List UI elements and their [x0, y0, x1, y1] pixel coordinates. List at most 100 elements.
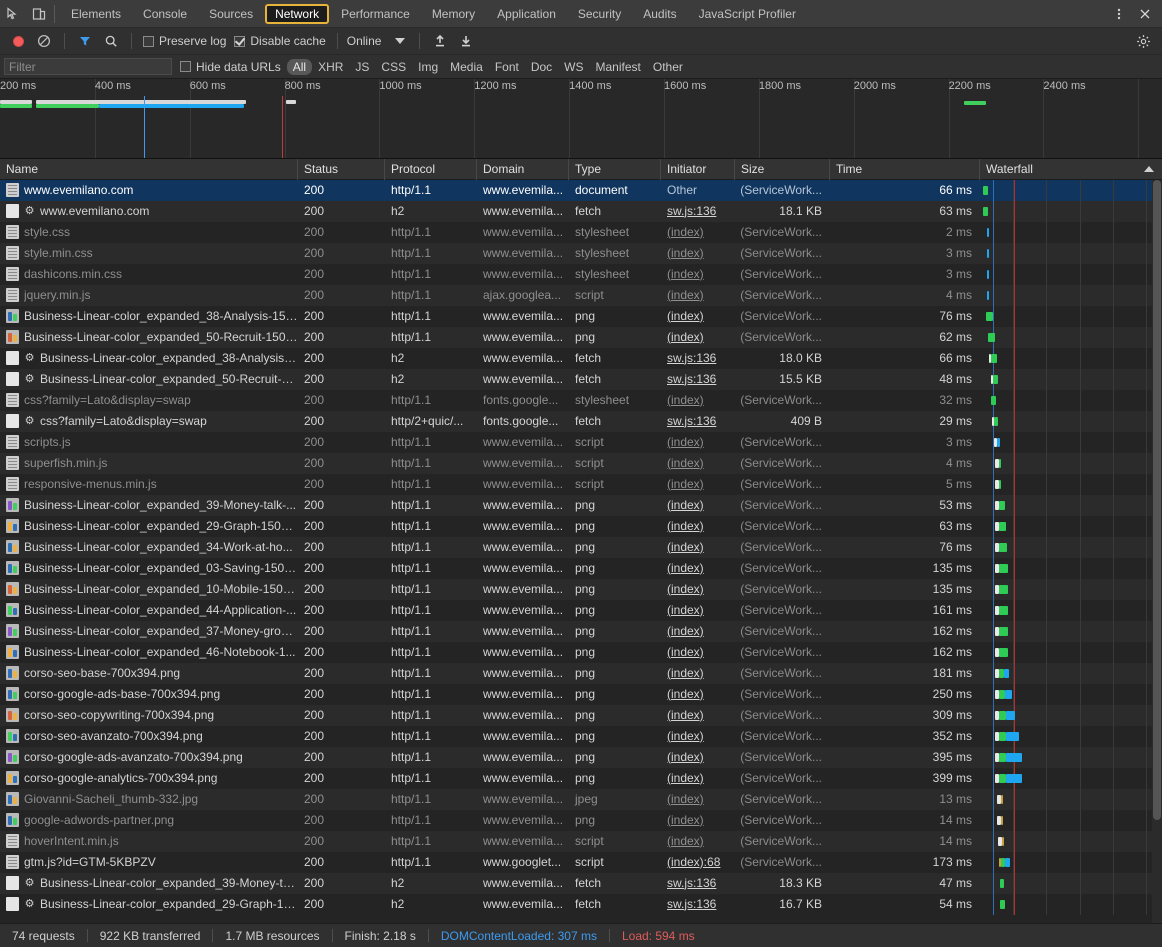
type-filter-img[interactable]: Img — [412, 59, 444, 75]
cell-initiator-link[interactable]: (index):68 — [667, 855, 720, 869]
network-settings-gear-icon[interactable] — [1130, 28, 1156, 54]
cell-initiator-link[interactable]: (index) — [667, 624, 704, 638]
tab-javascript-profiler[interactable]: JavaScript Profiler — [689, 4, 806, 24]
table-row[interactable]: corso-google-ads-base-700x394.png 200 http… — [0, 683, 1162, 705]
grid-body[interactable]: www.evemilano.com 200 http/1.1 www.evemila.… — [0, 180, 1162, 923]
table-row[interactable]: corso-seo-base-700x394.png 200 http/1.1 www… — [0, 662, 1162, 684]
cell-waterfall[interactable] — [980, 830, 1162, 852]
table-row[interactable]: style.css 200 http/1.1 www.evemila... styles… — [0, 221, 1162, 243]
cell-initiator[interactable]: (index):68 — [661, 852, 735, 873]
cell-name[interactable]: www.evemilano.com — [0, 180, 298, 201]
type-filter-xhr[interactable]: XHR — [312, 59, 349, 75]
type-filter-media[interactable]: Media — [444, 59, 489, 75]
cell-initiator[interactable]: (index) — [661, 621, 735, 642]
type-filter-doc[interactable]: Doc — [525, 59, 558, 75]
cell-initiator-link[interactable]: (index) — [667, 561, 704, 575]
table-row[interactable]: Business-Linear-color_expanded_37-Money-… — [0, 620, 1162, 642]
cell-initiator[interactable]: (index) — [661, 516, 735, 537]
table-row[interactable]: Business-Linear-color_expanded_03-Saving… — [0, 557, 1162, 579]
tab-elements[interactable]: Elements — [61, 4, 131, 24]
cell-initiator-link[interactable]: (index) — [667, 456, 704, 470]
tab-audits[interactable]: Audits — [633, 4, 686, 24]
table-row[interactable]: Business-Linear-color_expanded_29-Graph-… — [0, 515, 1162, 537]
cell-waterfall[interactable] — [980, 809, 1162, 831]
cell-waterfall[interactable] — [980, 410, 1162, 432]
cell-initiator[interactable]: sw.js:136 — [661, 873, 735, 894]
table-row[interactable]: hoverIntent.min.js 200 http/1.1 www.evemila… — [0, 830, 1162, 852]
chevron-down-icon[interactable] — [395, 38, 406, 44]
cell-initiator-link[interactable]: (index) — [667, 792, 704, 806]
tab-memory[interactable]: Memory — [422, 4, 485, 24]
cell-waterfall[interactable] — [980, 431, 1162, 453]
tab-sources[interactable]: Sources — [199, 4, 263, 24]
cell-initiator[interactable]: (index) — [661, 600, 735, 621]
cell-name[interactable]: style.css — [0, 222, 298, 243]
table-row[interactable]: scripts.js 200 http/1.1 www.evemila... scrip… — [0, 431, 1162, 453]
inspect-element-icon[interactable] — [0, 1, 26, 27]
cell-initiator[interactable]: (index) — [661, 285, 735, 306]
cell-waterfall[interactable] — [980, 494, 1162, 516]
cell-name[interactable]: responsive-menus.min.js — [0, 474, 298, 495]
column-header-size[interactable]: Size — [735, 159, 830, 180]
cell-name[interactable]: ⚙ Business-Linear-color_expanded_50-Recru… — [0, 369, 298, 390]
table-row[interactable]: corso-seo-avanzato-700x394.png 200 http/1.… — [0, 725, 1162, 747]
vertical-scrollbar[interactable] — [1152, 180, 1162, 923]
table-row[interactable]: Giovanni-Sacheli_thumb-332.jpg 200 http/1.… — [0, 788, 1162, 810]
table-row[interactable]: corso-google-analytics-700x394.png 200 htt… — [0, 767, 1162, 789]
cell-name[interactable]: Business-Linear-color_expanded_29-Graph-… — [0, 516, 298, 537]
cell-name[interactable]: hoverIntent.min.js — [0, 831, 298, 852]
cell-initiator[interactable]: (index) — [661, 642, 735, 663]
cell-name[interactable]: Business-Linear-color_expanded_03-Saving… — [0, 558, 298, 579]
cell-initiator[interactable]: (index) — [661, 768, 735, 789]
cell-name[interactable]: Business-Linear-color_expanded_34-Work-a… — [0, 537, 298, 558]
cell-initiator-link[interactable]: (index) — [667, 750, 704, 764]
cell-waterfall[interactable] — [980, 305, 1162, 327]
cell-name[interactable]: dashicons.min.css — [0, 264, 298, 285]
table-row[interactable]: css?family=Lato&display=swap 200 http/1.1 f… — [0, 389, 1162, 411]
cell-waterfall[interactable] — [980, 683, 1162, 705]
cell-name[interactable]: ⚙ www.evemilano.com — [0, 201, 298, 222]
disable-cache-checkbox[interactable] — [234, 35, 246, 47]
tab-security[interactable]: Security — [568, 4, 631, 24]
cell-waterfall[interactable] — [980, 284, 1162, 306]
cell-waterfall[interactable] — [980, 221, 1162, 243]
cell-initiator-link[interactable]: (index) — [667, 477, 704, 491]
cell-initiator-link[interactable]: (index) — [667, 540, 704, 554]
filter-icon[interactable] — [72, 28, 98, 54]
cell-initiator-link[interactable]: (index) — [667, 666, 704, 680]
cell-initiator-link[interactable]: (index) — [667, 645, 704, 659]
cell-name[interactable]: ⚙ Business-Linear-color_expanded_39-Money… — [0, 873, 298, 894]
table-row[interactable]: google-adwords-partner.png 200 http/1.1 www… — [0, 809, 1162, 831]
cell-waterfall[interactable] — [980, 347, 1162, 369]
cell-waterfall[interactable] — [980, 515, 1162, 537]
cell-initiator-link[interactable]: (index) — [667, 288, 704, 302]
cell-name[interactable]: Giovanni-Sacheli_thumb-332.jpg — [0, 789, 298, 810]
cell-initiator-link[interactable]: (index) — [667, 330, 704, 344]
cell-waterfall[interactable] — [980, 872, 1162, 894]
table-row[interactable]: dashicons.min.css 200 http/1.1 www.evemila.… — [0, 263, 1162, 285]
cell-initiator[interactable]: (index) — [661, 747, 735, 768]
cell-initiator[interactable]: (index) — [661, 579, 735, 600]
column-header-status[interactable]: Status — [298, 159, 385, 180]
cell-name[interactable]: Business-Linear-color_expanded_37-Money-… — [0, 621, 298, 642]
cell-waterfall[interactable] — [980, 767, 1162, 789]
type-filter-css[interactable]: CSS — [375, 59, 412, 75]
column-header-protocol[interactable]: Protocol — [385, 159, 477, 180]
cell-waterfall[interactable] — [980, 536, 1162, 558]
filter-input[interactable] — [4, 58, 172, 75]
table-row[interactable]: jquery.min.js 200 http/1.1 ajax.googlea... s… — [0, 284, 1162, 306]
cell-initiator[interactable]: (index) — [661, 327, 735, 348]
cell-initiator-link[interactable]: (index) — [667, 435, 704, 449]
cell-initiator[interactable]: (index) — [661, 243, 735, 264]
cell-initiator-link[interactable]: (index) — [667, 729, 704, 743]
cell-initiator-link[interactable]: (index) — [667, 813, 704, 827]
cell-name[interactable]: ⚙ css?family=Lato&display=swap — [0, 411, 298, 432]
cell-waterfall[interactable] — [980, 263, 1162, 285]
cell-waterfall[interactable] — [980, 368, 1162, 390]
import-har-icon[interactable] — [427, 28, 453, 54]
cell-waterfall[interactable] — [980, 180, 1162, 201]
cell-name[interactable]: ⚙ Business-Linear-color_expanded_29-Graph… — [0, 894, 298, 915]
cell-initiator[interactable]: sw.js:136 — [661, 894, 735, 915]
cell-initiator[interactable]: (index) — [661, 264, 735, 285]
table-row[interactable]: Business-Linear-color_expanded_39-Money-… — [0, 494, 1162, 516]
